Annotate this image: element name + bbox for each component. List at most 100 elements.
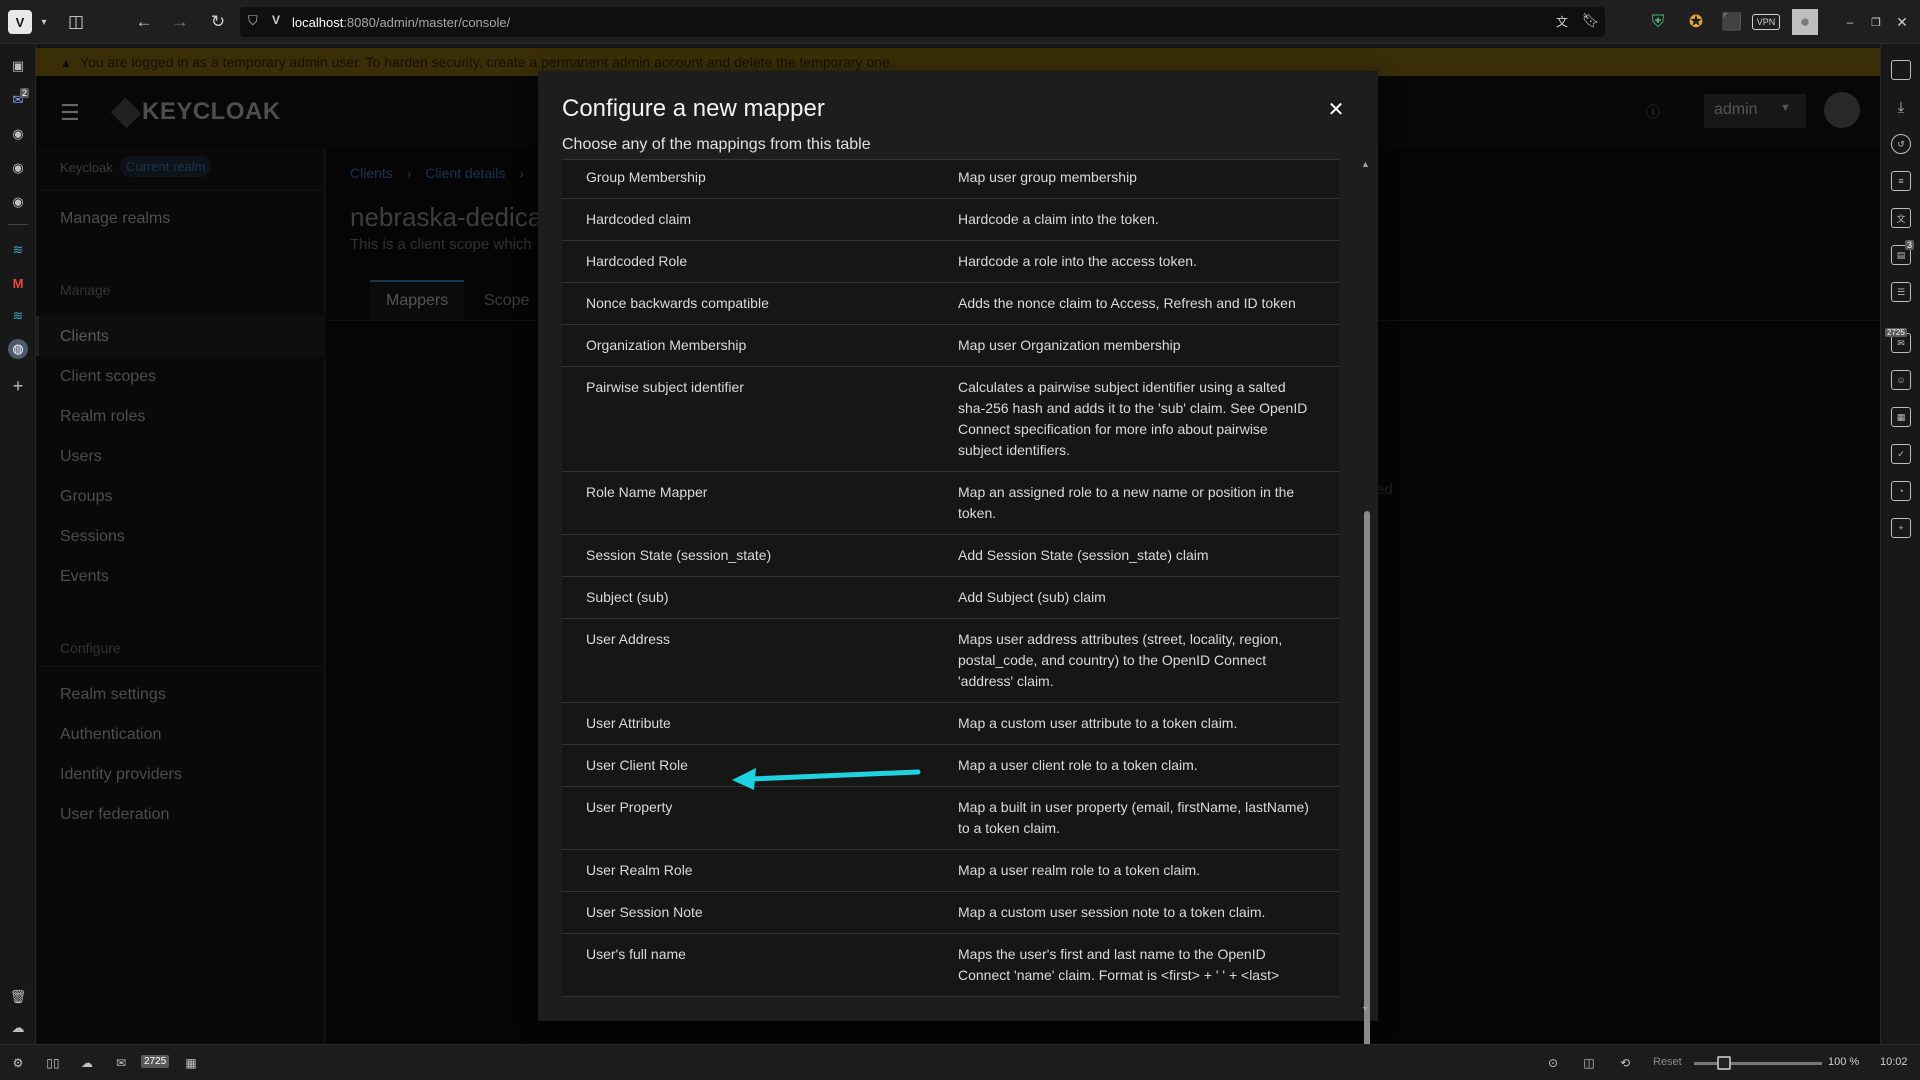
mapper-name[interactable]: Role Name Mapper [562, 472, 934, 535]
mapper-description: Maps the user's first and last name to t… [958, 946, 1280, 983]
capture-icon[interactable]: ⊙ [1544, 1054, 1562, 1072]
table-row[interactable]: Role Name Mapper Map an assigned role to … [562, 472, 1339, 535]
reload-icon[interactable]: ↻ [206, 10, 230, 34]
clock: 10:02 [1880, 1056, 1908, 1068]
bookmark-icon[interactable]: 🔖︎ [1582, 12, 1600, 29]
scroll-up-icon[interactable]: ▲ [1361, 159, 1370, 169]
web-panel-icon[interactable]: ≋ [8, 306, 28, 326]
mapper-description: Map user group membership [958, 169, 1137, 185]
panel-toggle-icon[interactable]: ◫ [64, 10, 88, 34]
minimize-icon[interactable]: – [1838, 10, 1862, 34]
cloud-sync-icon[interactable]: ☁︎ [78, 1054, 96, 1072]
table-row[interactable]: User Realm Role Map a user realm role to … [562, 850, 1339, 892]
tile-icon[interactable]: ▯▯ [44, 1054, 62, 1072]
scroll-down-icon[interactable]: ▼ [1361, 1004, 1370, 1014]
mail-count: 2725 [141, 1055, 170, 1068]
table-row[interactable]: Organization Membership Map user Organiza… [562, 325, 1339, 367]
mapper-name[interactable]: User Attribute [562, 703, 934, 745]
github-icon[interactable]: ◉ [8, 192, 28, 212]
scrollbar-thumb[interactable] [1364, 511, 1370, 1071]
table-row[interactable]: Nonce backwards compatible Adds the nonce… [562, 283, 1339, 325]
briefcase-icon[interactable]: ▣ [8, 56, 28, 76]
reading-list-icon[interactable]: ☰ [1891, 282, 1911, 302]
url-text[interactable]: localhost:8080/admin/master/console/ [292, 15, 510, 30]
cloud-icon[interactable]: ☁︎ [8, 1018, 28, 1038]
extension-blue-icon[interactable]: ⬛ [1720, 10, 1744, 34]
translate-icon[interactable]: 文 [1556, 13, 1568, 30]
github-icon[interactable]: ◉ [8, 124, 28, 144]
download-icon[interactable]: ⤓ [1891, 97, 1911, 117]
zoom-reset-button[interactable]: Reset [1653, 1056, 1682, 1068]
mapper-description: Map a custom user attribute to a token c… [958, 715, 1238, 731]
mail-badge: 2 [20, 88, 30, 98]
chevron-down-icon[interactable]: ▾ [32, 10, 56, 34]
mapper-name[interactable]: Hardcoded Role [562, 241, 934, 283]
vpn-icon[interactable]: VPN [1752, 14, 1780, 30]
close-icon[interactable]: ✕ [1324, 97, 1348, 121]
profile-avatar[interactable]: ● [1792, 9, 1818, 35]
settings-icon[interactable]: ⚙︎ [9, 1054, 27, 1072]
table-row[interactable]: User's full name Maps the user's first an… [562, 934, 1339, 997]
zoom-slider-thumb[interactable] [1716, 1056, 1731, 1070]
extension-icon[interactable]: ✪ [1684, 10, 1708, 34]
mapper-name[interactable]: User Session Note [562, 892, 934, 934]
table-row[interactable]: Session State (session_state) Add Session… [562, 535, 1339, 577]
zoom-slider[interactable] [1694, 1056, 1822, 1070]
calendar-status-icon[interactable]: ▦ [182, 1054, 200, 1072]
tabs-badge: 3 [1905, 240, 1915, 250]
table-row[interactable]: Group Membership Map user group membershi… [562, 160, 1339, 199]
mapper-name[interactable]: Nonce backwards compatible [562, 283, 934, 325]
mapper-name[interactable]: Pairwise subject identifier [562, 367, 934, 472]
extension-shield-icon[interactable]: ⛨ [1646, 10, 1670, 34]
forward-icon[interactable]: → [168, 10, 192, 34]
mapper-name[interactable]: Subject (sub) [562, 577, 934, 619]
close-window-icon[interactable]: ✕ [1890, 10, 1914, 34]
mapper-name[interactable]: Session State (session_state) [562, 535, 934, 577]
contacts-icon[interactable]: ☺ [1891, 370, 1911, 390]
bookmarks-icon[interactable] [1891, 60, 1911, 80]
mail-status-icon[interactable]: ✉︎ [112, 1054, 130, 1072]
table-row[interactable]: Pairwise subject identifier Calculates a … [562, 367, 1339, 472]
table-row[interactable]: Hardcoded Role Hardcode a role into the a… [562, 241, 1339, 283]
mapper-description: Hardcode a role into the access token. [958, 253, 1197, 269]
tasks-icon[interactable]: ✓ [1891, 444, 1911, 464]
mapper-description: Map a user client role to a token claim. [958, 757, 1198, 773]
add-panel-icon[interactable]: + [8, 376, 28, 396]
globe-icon[interactable]: ◍ [8, 339, 28, 359]
trash-icon[interactable]: 🗑︎ [8, 987, 28, 1007]
mapper-name[interactable]: Group Membership [562, 160, 934, 199]
table-row[interactable]: Hardcoded claim Hardcode a claim into the… [562, 199, 1339, 241]
table-row[interactable]: User Attribute Map a custom user attribut… [562, 703, 1339, 745]
table-row[interactable]: User Client Role Map a user client role t… [562, 745, 1339, 787]
translate-panel-icon[interactable]: 文 [1891, 208, 1911, 228]
address-bar[interactable]: ⛉ V localhost:8080/admin/master/console/… [240, 7, 1605, 37]
table-row[interactable]: User Session Note Map a custom user sessi… [562, 892, 1339, 934]
table-row[interactable]: User Address Maps user address attributes… [562, 619, 1339, 703]
add-web-panel-icon[interactable]: + [1891, 518, 1911, 538]
mapper-name[interactable]: Hardcoded claim [562, 199, 934, 241]
feeds-icon[interactable]: ◔ [1891, 481, 1911, 501]
github-icon[interactable]: ◉ [8, 158, 28, 178]
page-tiling-icon[interactable]: ◫ [1580, 1054, 1598, 1072]
web-panel-icon[interactable]: ≋ [8, 240, 28, 260]
restore-icon[interactable]: ❐ [1864, 10, 1888, 34]
gmail-icon[interactable]: M [8, 273, 28, 293]
page-actions-icon[interactable]: ⟲ [1616, 1054, 1634, 1072]
shield-icon[interactable]: ⛉ [248, 13, 258, 29]
history-icon[interactable]: ↺ [1891, 134, 1911, 154]
mappers-table-body: Claims parameter with value ID TokenClai… [562, 160, 1339, 997]
calendar-icon[interactable]: ▦ [1891, 407, 1911, 427]
notes-icon[interactable]: ≡ [1891, 171, 1911, 191]
mapper-name[interactable]: Organization Membership [562, 325, 934, 367]
browser-toolbar: V ▾ ◫ ← → ↻ ⛉ V localhost:8080/admin/mas… [0, 0, 1920, 44]
mapper-name[interactable]: User's full name [562, 934, 934, 997]
table-row[interactable]: User Property Map a built in user propert… [562, 787, 1339, 850]
mapper-name[interactable]: User Address [562, 619, 934, 703]
vivaldi-menu-icon[interactable]: V [8, 10, 32, 34]
mapper-name[interactable]: User Realm Role [562, 850, 934, 892]
annotation-arrow [732, 768, 921, 790]
back-icon[interactable]: ← [132, 10, 156, 34]
table-row[interactable]: Subject (sub) Add Subject (sub) claim [562, 577, 1339, 619]
browser-status-bar: ⚙︎ ▯▯ ☁︎ ✉︎ 2725 ▦ ⊙ ◫ ⟲ Reset 100 % 10:… [0, 1044, 1920, 1080]
divider [8, 224, 28, 225]
